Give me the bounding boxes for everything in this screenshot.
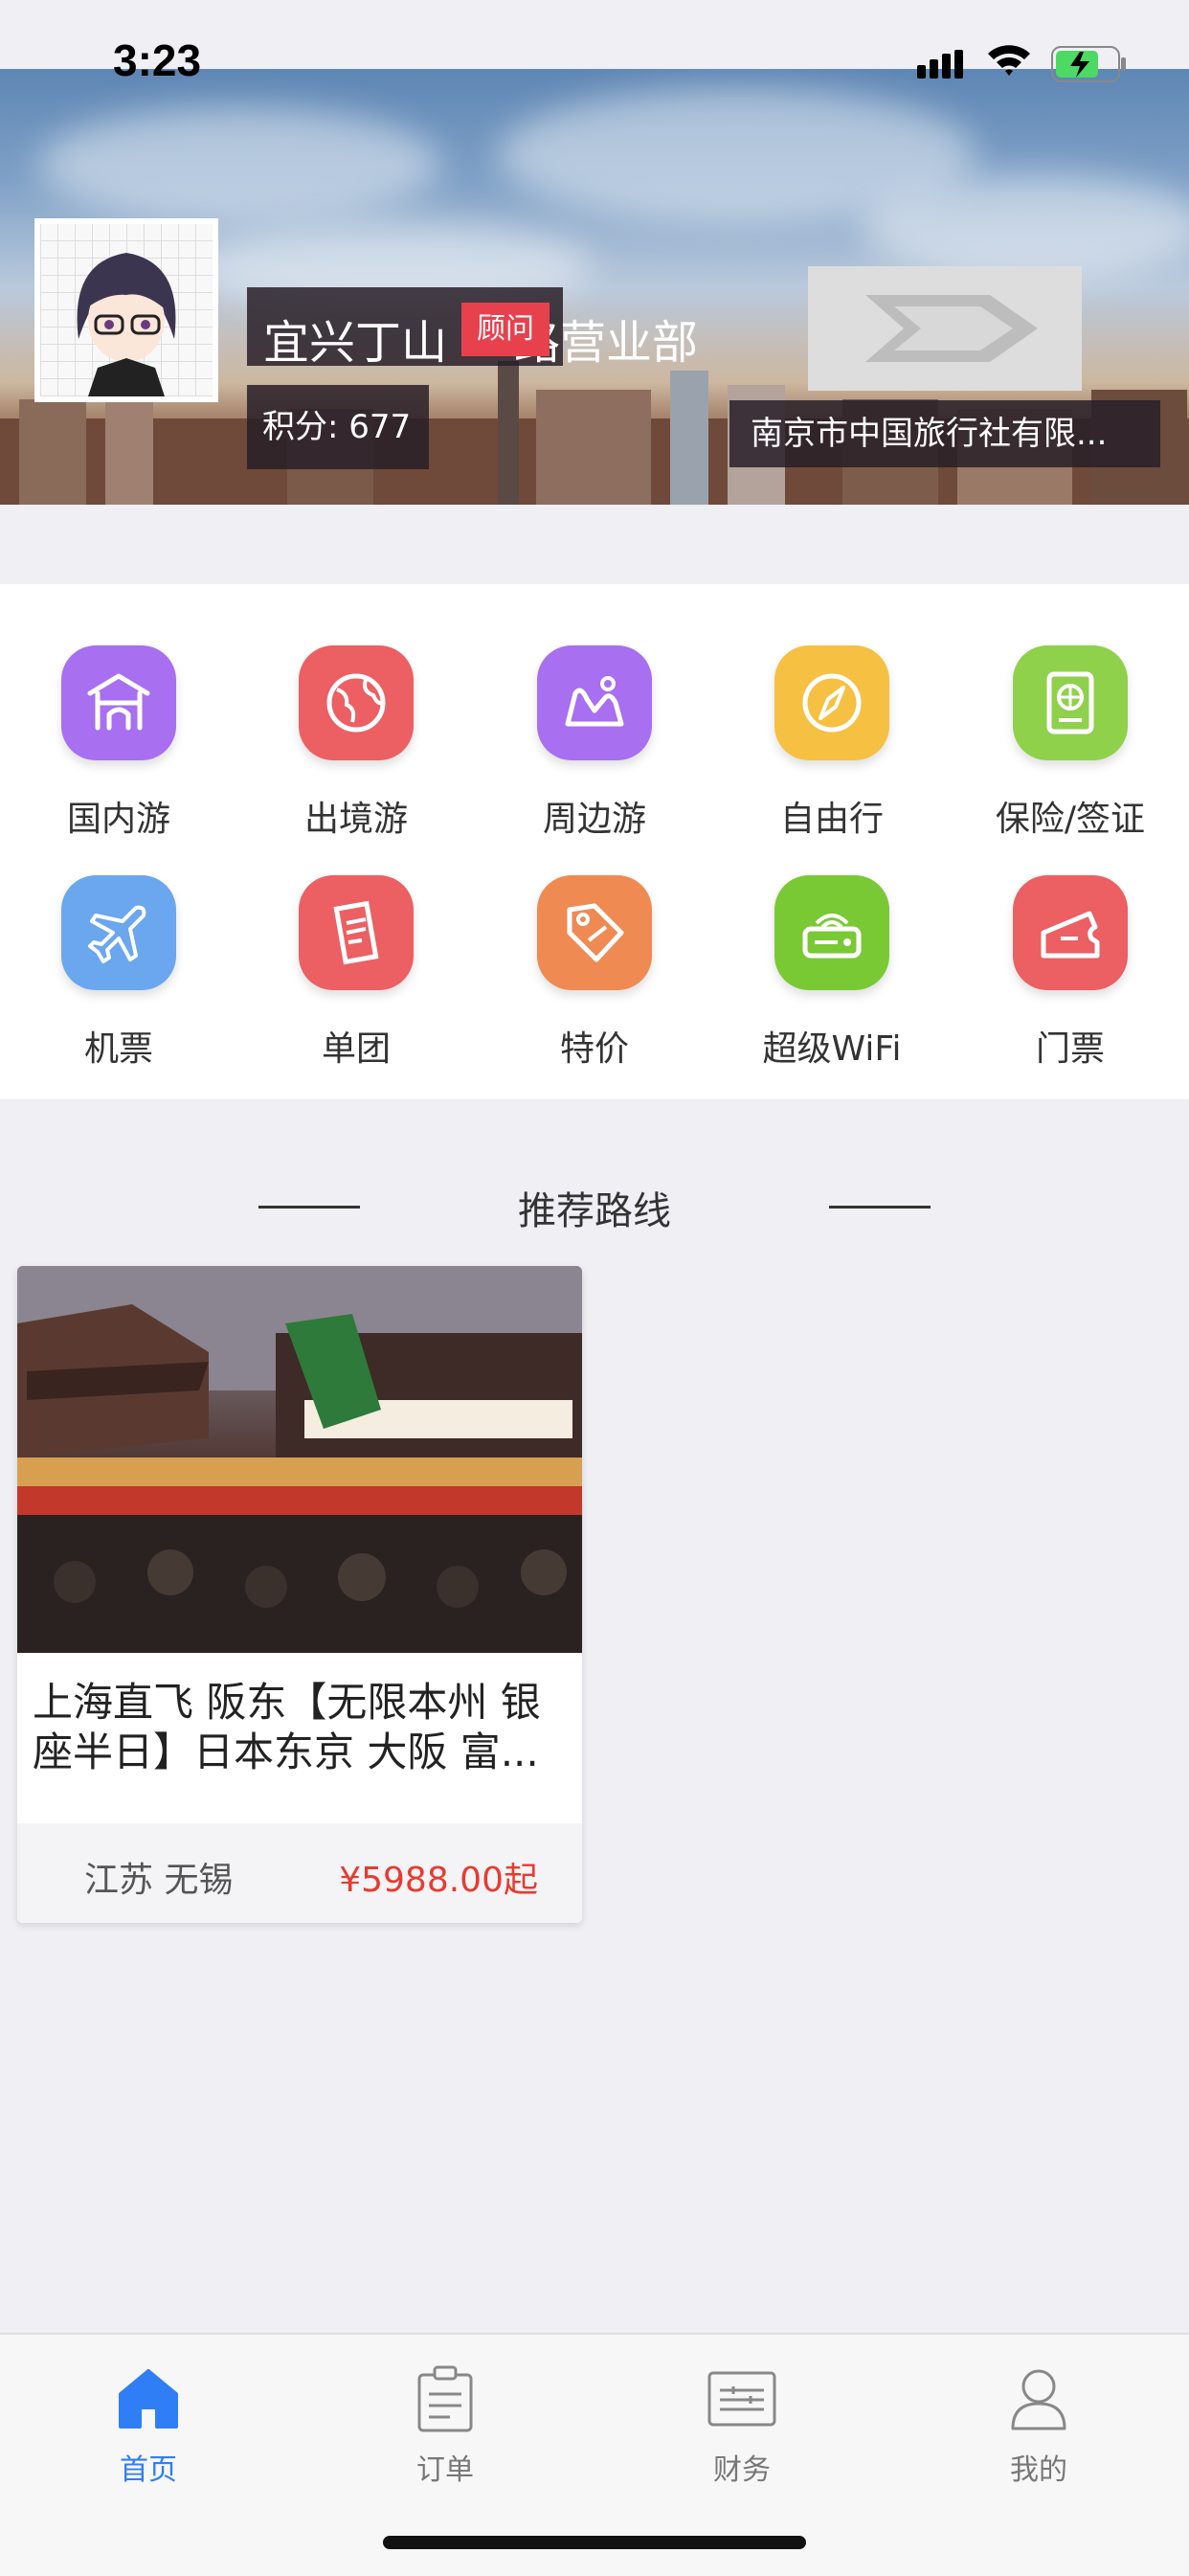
- category-air-ticket[interactable]: 机票: [13, 875, 224, 1071]
- category-nearby-tour[interactable]: 周边游: [489, 645, 700, 841]
- points-label: 积分: 677: [247, 385, 429, 469]
- tab-mine[interactable]: 我的: [943, 2360, 1134, 2488]
- status-time: 3:23: [113, 35, 202, 85]
- category-insurance-visa[interactable]: 保险/签证: [965, 645, 1176, 841]
- home-icon: [119, 2369, 178, 2429]
- route-title: 上海直飞 阪东【无限本州 银座半日】日本东京 大阪 富...: [33, 1679, 541, 1775]
- avatar[interactable]: [34, 218, 218, 402]
- passport-icon: [1013, 645, 1128, 760]
- category-outbound-tour[interactable]: 出境游: [251, 645, 461, 841]
- wifi-icon: [988, 45, 1030, 76]
- battery-icon: [1051, 46, 1126, 82]
- route-location: 江苏 无锡: [84, 1861, 234, 1900]
- role-badge: 顾问: [461, 303, 550, 356]
- wifi-router-icon: [774, 875, 889, 990]
- divider-line-right: [829, 1206, 931, 1209]
- category-grid: 国内游 出境游 周边游 自由行 保险/签证 机票 单团 特价 超级WiFi 门票: [0, 584, 1189, 1099]
- tab-finance[interactable]: 财务: [646, 2360, 838, 2488]
- compass-icon: [774, 645, 889, 760]
- category-admission-ticket[interactable]: 门票: [965, 875, 1176, 1071]
- plane-icon: [61, 875, 176, 990]
- company-logo: [808, 266, 1082, 391]
- user-icon: [1011, 2369, 1066, 2430]
- document-icon: [299, 875, 414, 990]
- anime-avatar-image: [77, 253, 176, 396]
- home-indicator[interactable]: [383, 2536, 806, 2549]
- status-bar: 3:23: [0, 0, 1189, 85]
- tab-home[interactable]: 首页: [53, 2360, 244, 2488]
- chevron-logo-icon: [865, 295, 1038, 362]
- cellular-signal-icon: [917, 50, 963, 79]
- ticket-icon: [1013, 875, 1128, 990]
- category-group-order[interactable]: 单团: [251, 875, 461, 1071]
- route-image: [17, 1266, 582, 1653]
- finance-icon: [707, 2371, 776, 2427]
- category-domestic-tour[interactable]: 国内游: [13, 645, 224, 841]
- category-special-offer[interactable]: 特价: [489, 875, 700, 1071]
- route-footer: 江苏 无锡 ¥5988.00起: [17, 1823, 582, 1923]
- category-super-wifi[interactable]: 超级WiFi: [727, 875, 937, 1071]
- category-free-travel[interactable]: 自由行: [727, 645, 937, 841]
- route-price: ¥5988.00起: [339, 1861, 538, 1900]
- mountain-icon: [537, 645, 652, 760]
- price-tag-icon: [537, 875, 652, 990]
- temple-icon: [61, 645, 176, 760]
- route-card[interactable]: 上海直飞 阪东【无限本州 银座半日】日本东京 大阪 富... 江苏 无锡 ¥59…: [17, 1266, 582, 1923]
- company-name[interactable]: 南京市中国旅行社有限...: [729, 400, 1160, 467]
- clipboard-icon: [417, 2365, 473, 2432]
- tab-orders[interactable]: 订单: [349, 2360, 541, 2488]
- globe-icon: [299, 645, 414, 760]
- recommend-title: 推荐路线: [518, 1189, 671, 1233]
